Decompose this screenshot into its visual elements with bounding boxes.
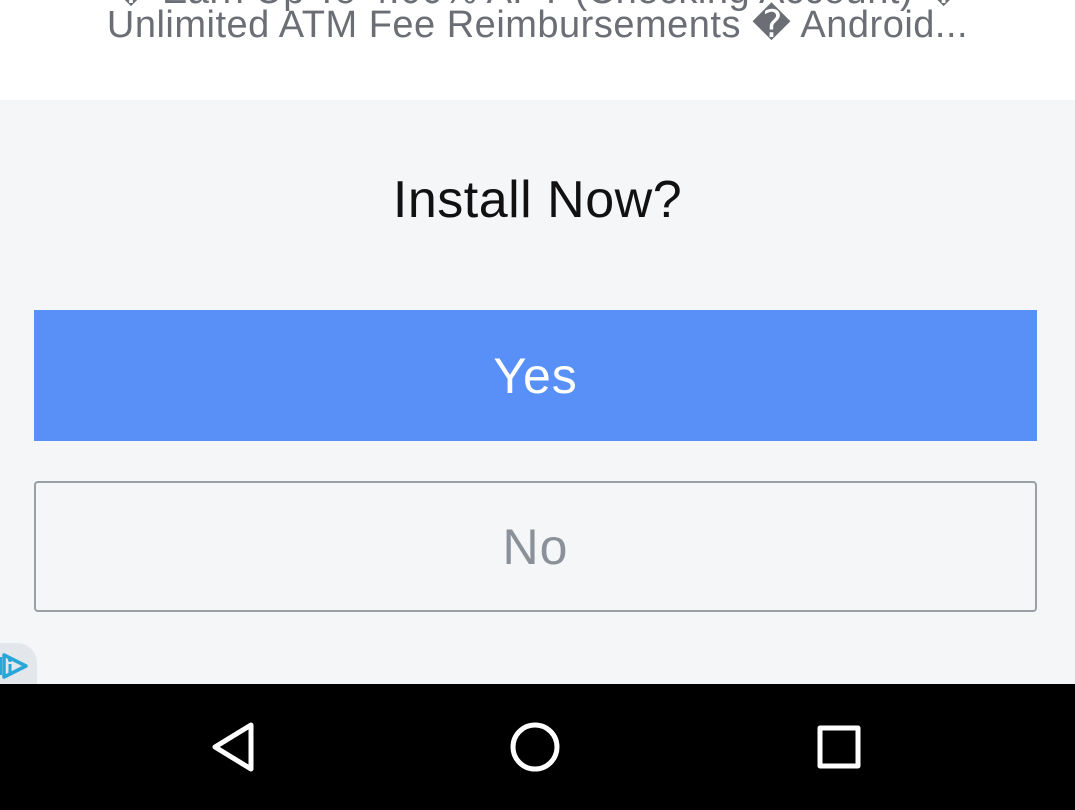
install-prompt-screen: � Earn Up To 4.00% APY (Checking Account… — [0, 0, 1075, 810]
install-dialog: Install Now? Yes No — [0, 100, 1075, 684]
home-circle-icon — [510, 722, 560, 772]
yes-button-label: Yes — [493, 347, 578, 404]
adchoices-badge[interactable] — [0, 643, 37, 684]
yes-button[interactable]: Yes — [34, 310, 1037, 441]
app-description: � Earn Up To 4.00% APY (Checking Account… — [0, 0, 1075, 100]
home-button[interactable] — [505, 719, 565, 775]
description-line-bottom: Unlimited ATM Fee Reimbursements � Andro… — [106, 4, 969, 40]
adchoices-icon — [0, 653, 28, 679]
back-button[interactable] — [203, 719, 263, 775]
description-clip: � Earn Up To 4.00% APY (Checking Account… — [0, 0, 1075, 40]
recent-apps-button[interactable] — [809, 719, 869, 775]
recent-square-icon — [817, 725, 861, 769]
dialog-title: Install Now? — [392, 171, 683, 229]
no-button-label: No — [502, 518, 569, 575]
back-triangle-icon — [212, 722, 254, 772]
system-navigation-bar — [0, 684, 1075, 810]
no-button[interactable]: No — [34, 481, 1037, 612]
